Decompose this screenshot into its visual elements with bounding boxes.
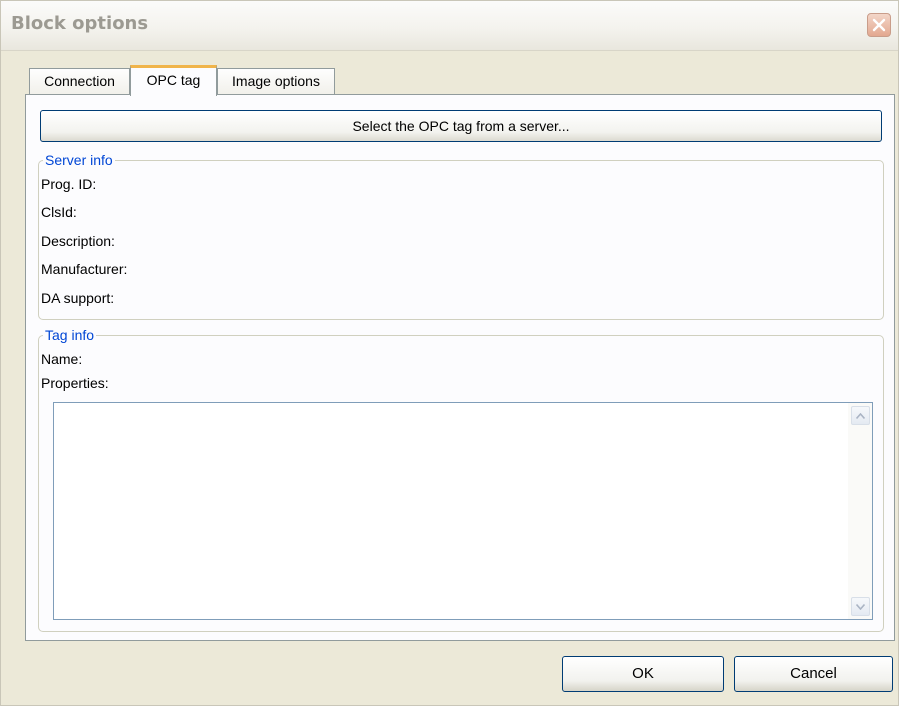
cancel-button[interactable]: Cancel [734,656,893,692]
block-options-dialog: Block options Connection OPC tag Image o… [0,0,899,706]
manufacturer-label: Manufacturer: [41,261,128,277]
da-support-label: DA support: [41,290,115,306]
opc-tag-panel: Select the OPC tag from a server... Serv… [25,94,895,641]
prog-id-label: Prog. ID: [41,176,97,192]
tag-name-label: Name: [41,351,83,367]
ok-button[interactable]: OK [562,656,724,692]
vertical-scrollbar[interactable] [848,403,872,619]
server-info-title: Server info [43,152,115,168]
close-button[interactable] [867,13,891,37]
scroll-up-arrow-icon[interactable] [851,406,870,425]
server-info-group: Server info Prog. ID: ClsId: Description… [38,152,884,320]
tab-connection[interactable]: Connection [29,68,130,95]
description-label: Description: [41,233,115,249]
properties-label: Properties: [41,375,109,391]
select-opc-tag-button[interactable]: Select the OPC tag from a server... [40,110,882,142]
properties-textarea[interactable] [53,402,873,620]
clsid-label: ClsId: [41,204,77,220]
tab-image-options[interactable]: Image options [217,68,335,95]
scroll-down-arrow-icon[interactable] [851,597,870,616]
window-title: Block options [11,13,149,34]
tag-info-title: Tag info [43,327,97,343]
tab-opc-tag[interactable]: OPC tag [130,65,217,96]
close-icon [871,17,887,33]
title-bar[interactable]: Block options [1,1,898,51]
tag-info-group: Tag info Name: Properties: [38,327,884,632]
